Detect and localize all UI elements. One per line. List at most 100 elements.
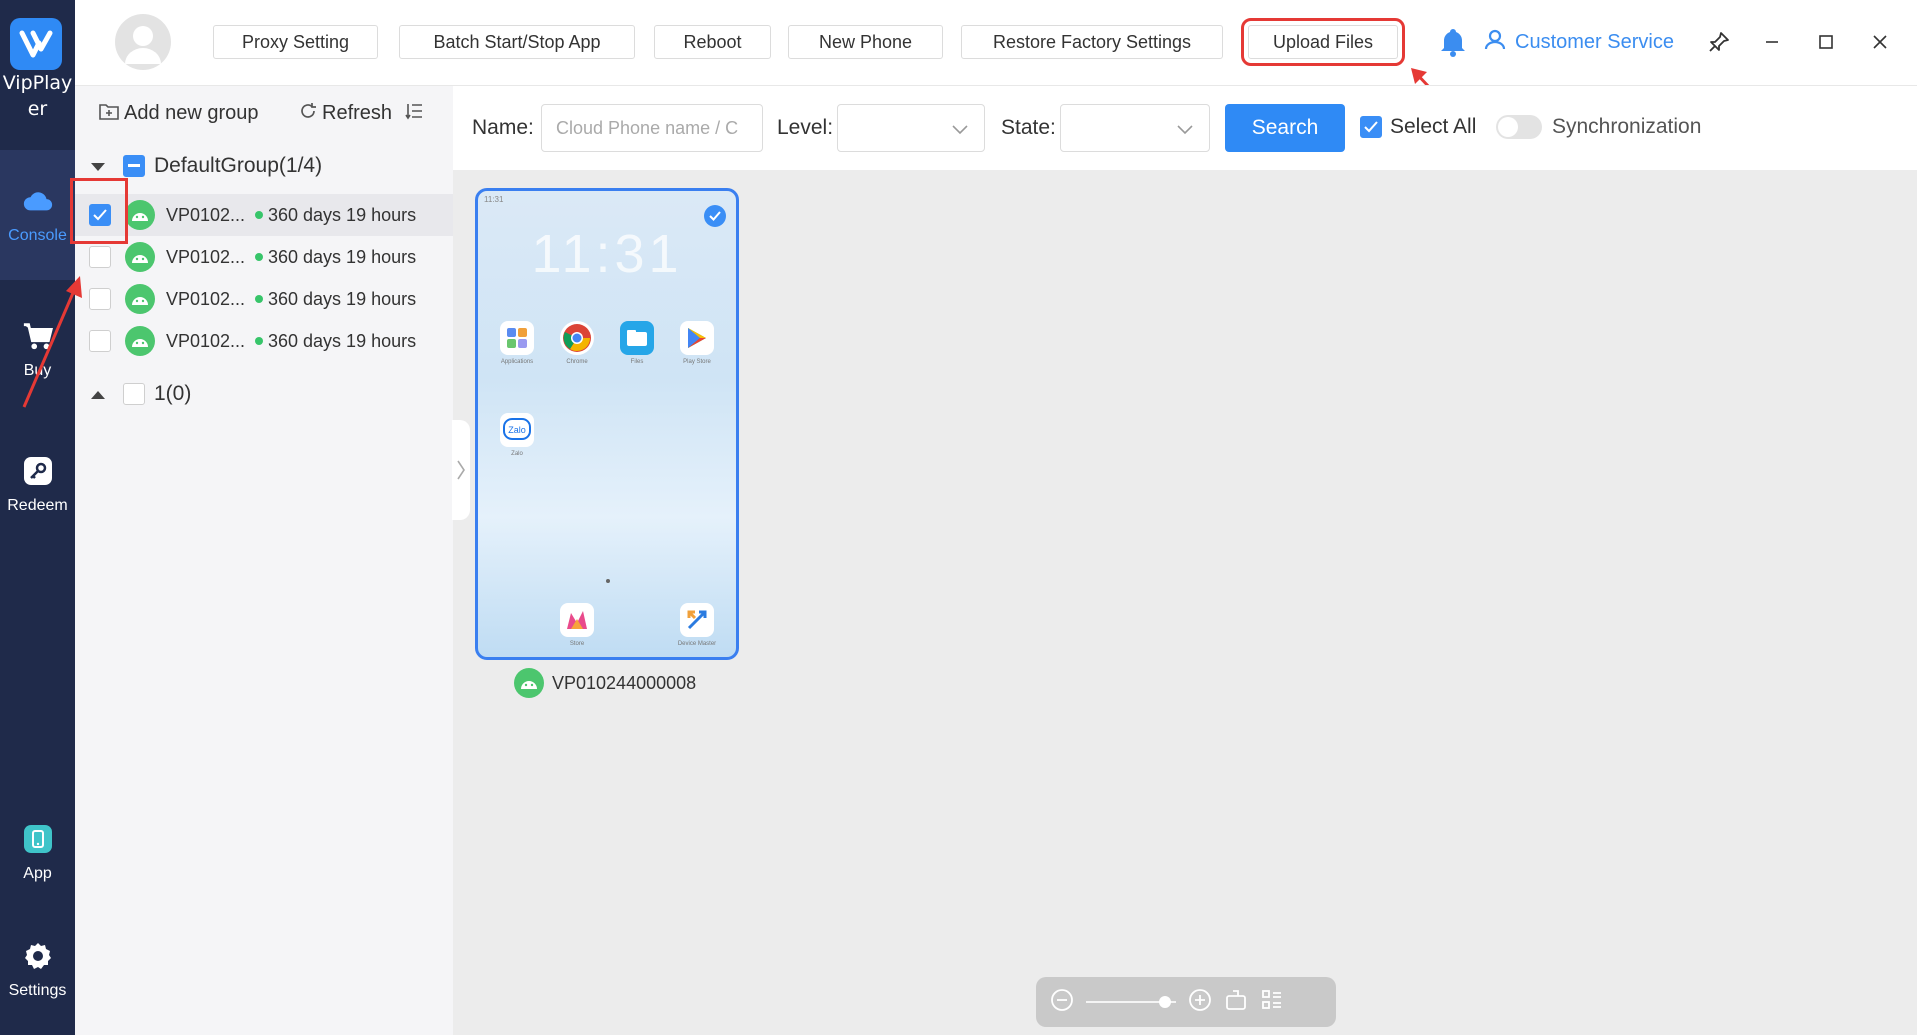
app-label: Chrome xyxy=(566,359,588,365)
android-icon xyxy=(125,200,155,230)
nav-console[interactable]: Console xyxy=(0,150,75,280)
avatar[interactable] xyxy=(115,14,171,70)
page-indicator xyxy=(606,579,610,583)
cloud-icon xyxy=(22,185,54,217)
minimize-icon[interactable] xyxy=(1756,26,1788,58)
device-checkbox[interactable] xyxy=(89,330,111,352)
store-app-icon[interactable] xyxy=(560,603,594,637)
phone-screen[interactable]: 11:31 11:31 Applications Chrome Files Pl… xyxy=(475,188,739,660)
rotate-icon[interactable] xyxy=(1224,988,1248,1017)
app-label: Device Master xyxy=(677,641,717,647)
zalo-app-icon[interactable]: Zalo xyxy=(500,413,534,447)
add-group-label: Add new group xyxy=(124,102,259,124)
gear-icon xyxy=(22,940,54,972)
android-icon xyxy=(125,284,155,314)
phone-grid: 11:31 11:31 Applications Chrome Files Pl… xyxy=(453,170,1917,1035)
remaining-text: 360 days 19 hours xyxy=(268,330,417,351)
zoom-in-icon[interactable] xyxy=(1188,988,1212,1017)
proxy-setting-button[interactable]: Proxy Setting xyxy=(213,25,378,59)
bell-icon[interactable] xyxy=(1437,26,1469,58)
zoom-toolbar xyxy=(1036,977,1336,1027)
zoom-out-icon[interactable] xyxy=(1050,988,1074,1017)
device-row[interactable]: VP0102... 360 days 19 hours xyxy=(75,194,453,236)
group-row-default[interactable]: DefaultGroup(1/4) xyxy=(75,145,453,187)
chrome-app-icon[interactable] xyxy=(560,321,594,355)
remaining-text: 360 days 19 hours xyxy=(268,288,417,309)
select-all-checkbox[interactable] xyxy=(1360,116,1382,138)
group-checkbox[interactable] xyxy=(123,383,145,405)
device-remaining: 360 days 19 hours xyxy=(255,205,416,226)
app-label: Files xyxy=(630,359,644,365)
nav-redeem[interactable]: Redeem xyxy=(0,420,75,550)
app-label: Play Store xyxy=(683,359,711,365)
device-name: VP0102... xyxy=(166,288,246,309)
nav-rail: VipPlayer Console Buy Redeem App Setting… xyxy=(0,0,75,1035)
select-all-toggle[interactable]: Select All xyxy=(1360,115,1476,139)
reboot-button[interactable]: Reboot xyxy=(654,25,771,59)
upload-files-button[interactable]: Upload Files xyxy=(1241,18,1405,66)
new-phone-button[interactable]: New Phone xyxy=(788,25,943,59)
chevron-down-icon xyxy=(1177,119,1193,140)
nav-settings-label: Settings xyxy=(8,982,67,999)
state-select[interactable] xyxy=(1060,104,1210,152)
device-remaining: 360 days 19 hours xyxy=(255,331,416,352)
filter-bar: Name: Cloud Phone name / C Level: State:… xyxy=(453,85,1917,170)
device-remaining: 360 days 19 hours xyxy=(255,247,416,268)
add-group-button[interactable]: Add new group xyxy=(99,102,259,126)
refresh-button[interactable]: Refresh xyxy=(299,102,392,126)
device-checkbox[interactable] xyxy=(89,288,111,310)
close-icon[interactable] xyxy=(1864,26,1896,58)
select-all-label: Select All xyxy=(1390,115,1477,138)
nav-app[interactable]: App xyxy=(0,788,75,918)
device-checkbox[interactable] xyxy=(89,246,111,268)
nav-app-label: App xyxy=(23,865,52,882)
play-store-app-icon[interactable] xyxy=(680,321,714,355)
app-label: Zalo xyxy=(511,451,523,457)
caret-down-icon[interactable] xyxy=(91,154,105,178)
svg-text:Zalo: Zalo xyxy=(508,425,526,435)
level-filter-label: Level: xyxy=(777,116,834,139)
sync-label: Synchronization xyxy=(1552,115,1702,138)
customer-service-link[interactable]: Customer Service xyxy=(1483,26,1674,58)
app-label: Applications xyxy=(500,359,534,365)
sync-switch[interactable] xyxy=(1496,115,1542,139)
android-icon xyxy=(125,242,155,272)
android-icon xyxy=(125,326,155,356)
panel-header: Add new group Refresh xyxy=(75,86,453,141)
online-dot xyxy=(255,295,263,303)
layout-grid-icon[interactable] xyxy=(1260,988,1284,1017)
online-dot xyxy=(255,211,263,219)
group-row-1[interactable]: 1(0) xyxy=(75,373,453,415)
remaining-text: 360 days 19 hours xyxy=(268,246,417,267)
files-app-icon[interactable] xyxy=(620,321,654,355)
device-name: VP0102... xyxy=(166,204,246,225)
search-button[interactable]: Search xyxy=(1225,104,1345,152)
device-row[interactable]: VP0102... 360 days 19 hours xyxy=(75,236,453,278)
device-row[interactable]: VP0102... 360 days 19 hours xyxy=(75,320,453,362)
pin-icon[interactable] xyxy=(1703,26,1735,58)
maximize-icon[interactable] xyxy=(1810,26,1842,58)
remaining-text: 360 days 19 hours xyxy=(268,204,417,225)
zoom-slider[interactable] xyxy=(1086,992,1176,1012)
device-row[interactable]: VP0102... 360 days 19 hours xyxy=(75,278,453,320)
zoom-slider-thumb[interactable] xyxy=(1159,996,1172,1008)
collapse-panel-toggle[interactable] xyxy=(452,420,470,520)
restore-factory-button[interactable]: Restore Factory Settings xyxy=(961,25,1223,59)
nav-settings[interactable]: Settings xyxy=(0,905,75,1035)
name-filter-input[interactable]: Cloud Phone name / C xyxy=(541,104,763,152)
device-name: VP0102... xyxy=(166,246,246,267)
device-master-app-icon[interactable] xyxy=(680,603,714,637)
phone-label[interactable]: VP010244000008 xyxy=(514,668,696,698)
sort-list-icon[interactable] xyxy=(405,102,423,126)
sync-toggle[interactable]: Synchronization xyxy=(1496,115,1701,139)
batch-start-stop-button[interactable]: Batch Start/Stop App xyxy=(399,25,635,59)
applications-app-icon[interactable] xyxy=(500,321,534,355)
android-icon xyxy=(514,668,544,698)
online-dot xyxy=(255,253,263,261)
refresh-icon xyxy=(299,102,317,126)
top-toolbar: Proxy Setting Batch Start/Stop App Reboo… xyxy=(75,0,1917,85)
level-select[interactable] xyxy=(837,104,985,152)
nav-console-label: Console xyxy=(8,227,67,244)
caret-up-icon[interactable] xyxy=(91,382,105,406)
group-checkbox[interactable] xyxy=(123,155,145,177)
